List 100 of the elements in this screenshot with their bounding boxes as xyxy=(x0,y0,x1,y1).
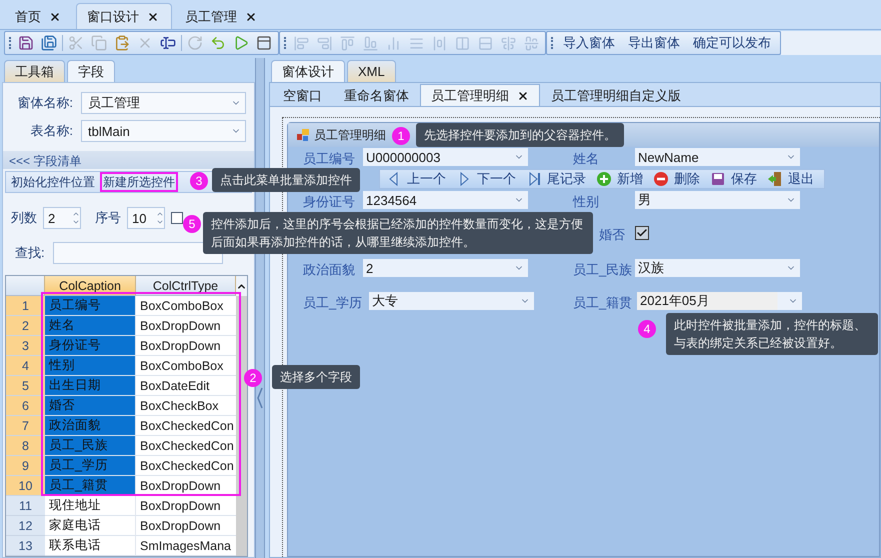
row-number-cell[interactable]: 4 xyxy=(6,356,45,376)
dropdown-field[interactable]: 汉族 xyxy=(635,259,800,277)
callout-text: 控件添加后，这里的序号会根据已经添加的控件数量而变化，这是方便后面如果再添加控件的话，从哪里继续添加控件。 xyxy=(203,212,593,254)
form-icon[interactable] xyxy=(256,35,272,51)
table-cell[interactable]: 员工_民族 xyxy=(45,436,136,456)
table-cell[interactable]: 出生日期 xyxy=(45,376,136,396)
text-box-icon[interactable] xyxy=(160,35,176,51)
spin-field[interactable]: 10 xyxy=(127,207,165,229)
checkbox[interactable] xyxy=(635,226,649,240)
copy-icon[interactable] xyxy=(91,35,107,51)
panel-tab[interactable]: 字段 xyxy=(67,60,115,82)
spin-up-icon[interactable] xyxy=(156,210,164,218)
spin-down-icon[interactable] xyxy=(156,218,164,226)
checkbox[interactable] xyxy=(171,212,183,224)
alignment-icon[interactable] xyxy=(386,36,400,50)
row-number-cell[interactable]: 9 xyxy=(6,456,45,476)
close-icon[interactable] xyxy=(517,90,529,102)
table-cell[interactable]: 姓名 xyxy=(45,316,136,336)
save-icon[interactable] xyxy=(18,35,34,51)
play-icon[interactable] xyxy=(233,35,249,51)
table-cell[interactable]: 员工_学历 xyxy=(45,456,136,476)
alignment-icon[interactable] xyxy=(478,36,492,50)
dropdown-field[interactable]: U000000003 xyxy=(363,148,528,166)
dropdown-field[interactable]: 大专 xyxy=(369,292,534,310)
design-tab[interactable]: 员工管理明细 xyxy=(420,84,540,106)
panel-tab[interactable]: 工具箱 xyxy=(4,60,65,82)
panel-tab[interactable]: XML xyxy=(347,60,396,82)
toolbar-button[interactable]: 导入窗体 xyxy=(558,34,620,52)
row-number-cell[interactable]: 12 xyxy=(6,516,45,536)
table-cell[interactable]: 身份证号 xyxy=(45,336,136,356)
design-tab[interactable]: 员工管理明细自定义版 xyxy=(540,84,692,106)
column-header[interactable]: ColCaption xyxy=(45,276,136,296)
dropdown-field[interactable]: 男 xyxy=(635,191,800,209)
clipboard-icon[interactable] xyxy=(114,35,130,51)
row-number-cell[interactable]: 5 xyxy=(6,376,45,396)
scissors-icon[interactable] xyxy=(68,35,84,51)
spin-field[interactable]: 2 xyxy=(43,207,81,229)
dropdown-field[interactable]: tblMain xyxy=(81,120,246,142)
table-cell[interactable]: 员工编号 xyxy=(45,296,136,316)
table-cell[interactable]: 政治面貌 xyxy=(45,416,136,436)
table-cell[interactable]: 婚否 xyxy=(45,396,136,416)
toolbar-button[interactable]: 下一个 xyxy=(456,170,516,188)
design-tab[interactable]: 重命名窗体 xyxy=(333,84,420,106)
row-number-cell[interactable]: 3 xyxy=(6,336,45,356)
toolbar-button[interactable]: 新增 xyxy=(596,170,643,188)
row-number-cell[interactable]: 6 xyxy=(6,396,45,416)
document-tab[interactable]: 窗口设计 xyxy=(76,3,172,29)
table-cell[interactable]: 现住地址 xyxy=(45,496,136,516)
field-label: 姓名 xyxy=(573,150,599,168)
row-number-cell[interactable]: 7 xyxy=(6,416,45,436)
field-label: 员工_学历 xyxy=(303,294,362,312)
toolbar-button[interactable]: 删除 xyxy=(653,170,700,188)
alignment-icon[interactable] xyxy=(408,36,424,50)
row-number-cell[interactable]: 1 xyxy=(6,296,45,316)
callout-text: 选择多个字段 xyxy=(272,365,360,389)
table-cell[interactable]: 家庭电话 xyxy=(45,516,136,536)
alignment-icon[interactable] xyxy=(316,36,332,50)
menu-item[interactable]: 新建所选控件 xyxy=(100,172,178,192)
toolbar-button[interactable]: 确定可以发布 xyxy=(688,34,776,52)
toolbar-button[interactable]: 导出窗体 xyxy=(623,34,685,52)
minus-circle-icon xyxy=(653,171,669,187)
date-field[interactable]: 2021年05月 xyxy=(637,292,802,310)
dropdown-field[interactable]: 2 xyxy=(363,259,528,277)
alignment-icon[interactable] xyxy=(362,36,378,50)
column-header[interactable]: ColCtrlType xyxy=(136,276,236,296)
alignment-icon[interactable] xyxy=(500,36,516,50)
close-icon[interactable] xyxy=(49,10,61,22)
toolbar-button[interactable]: 退出 xyxy=(767,170,814,188)
toolbar-button[interactable]: 上一个 xyxy=(386,170,446,188)
table-cell[interactable]: 联系电话 xyxy=(45,536,136,556)
row-number-cell[interactable]: 8 xyxy=(6,436,45,456)
table-cell[interactable]: 性别 xyxy=(45,356,136,376)
alignment-icon[interactable] xyxy=(524,36,538,50)
dropdown-field[interactable]: 1234564 xyxy=(363,191,528,209)
save-all-icon[interactable] xyxy=(41,35,57,51)
document-tab[interactable]: 首页 xyxy=(4,3,74,29)
close-icon[interactable] xyxy=(147,10,159,22)
panel-tab[interactable]: 窗体设计 xyxy=(271,60,345,82)
row-number-cell[interactable]: 13 xyxy=(6,536,45,556)
alignment-icon[interactable] xyxy=(340,36,354,50)
alignment-icon[interactable] xyxy=(294,36,308,50)
close-icon[interactable] xyxy=(245,10,257,22)
toolbar-button[interactable]: 尾记录 xyxy=(526,170,586,188)
row-number-cell[interactable]: 2 xyxy=(6,316,45,336)
row-number-cell[interactable]: 11 xyxy=(6,496,45,516)
design-tab[interactable]: 空窗口 xyxy=(272,84,333,106)
alignment-icon[interactable] xyxy=(454,36,470,50)
redo-icon[interactable] xyxy=(187,35,203,51)
spin-up-icon[interactable] xyxy=(72,210,80,218)
field-label: 性别 xyxy=(573,193,599,211)
table-cell[interactable]: 员工_籍贯 xyxy=(45,476,136,496)
menu-item[interactable]: 初始化控件位置 xyxy=(8,172,98,192)
dropdown-field[interactable]: NewName xyxy=(635,148,800,166)
dropdown-field[interactable]: 员工管理 xyxy=(81,92,246,114)
alignment-icon[interactable] xyxy=(432,36,446,50)
row-number-cell[interactable]: 10 xyxy=(6,476,45,496)
curved-arrow-icon[interactable] xyxy=(210,35,226,51)
spin-down-icon[interactable] xyxy=(72,218,80,226)
document-tab[interactable]: 员工管理 xyxy=(174,3,270,29)
toolbar-button[interactable]: 保存 xyxy=(710,170,757,188)
